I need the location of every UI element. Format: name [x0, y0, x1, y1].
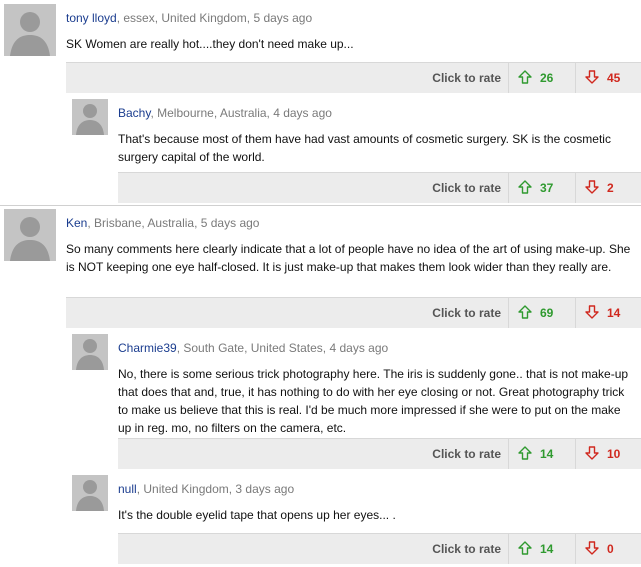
- comment: tony lloyd, essex, United Kingdom, 5 day…: [0, 0, 641, 95]
- comment-content: null, United Kingdom, 3 days ago It's th…: [118, 471, 641, 524]
- arrow-down-icon: [585, 446, 599, 460]
- vote-up-count: 14: [540, 447, 554, 461]
- rating-bar: Click to rate 14 0: [118, 533, 641, 564]
- avatar[interactable]: [72, 334, 108, 370]
- comment-author-link[interactable]: Charmie39: [118, 341, 177, 355]
- comment-content: Charmie39, South Gate, United States, 4 …: [118, 330, 641, 437]
- arrow-up-icon: [518, 180, 532, 194]
- default-avatar-icon: [72, 475, 108, 511]
- vote-down-button[interactable]: 2: [575, 173, 641, 203]
- arrow-down-icon: [585, 305, 599, 319]
- vote-down-count: 0: [607, 542, 614, 556]
- vote-up-count: 69: [540, 306, 554, 320]
- comment-location-date: , United Kingdom, 3 days ago: [136, 482, 295, 496]
- comment-body: It's the double eyelid tape that opens u…: [118, 508, 396, 522]
- vote-up-count: 14: [540, 542, 554, 556]
- comment-location-date: , essex, United Kingdom, 5 days ago: [116, 11, 313, 25]
- comment-body: SK Women are really hot....they don't ne…: [66, 37, 354, 51]
- comment-content: Ken, Brisbane, Australia, 5 days ago So …: [66, 205, 641, 276]
- vote-up-button[interactable]: 14: [508, 439, 574, 469]
- vote-down-button[interactable]: 45: [575, 63, 641, 93]
- arrow-up-icon: [518, 446, 532, 460]
- comment-body: That's because most of them have had vas…: [118, 132, 611, 164]
- arrow-up-icon: [518, 305, 532, 319]
- avatar[interactable]: [72, 475, 108, 511]
- comment-meta: Charmie39, South Gate, United States, 4 …: [118, 341, 641, 355]
- comment-content: tony lloyd, essex, United Kingdom, 5 day…: [66, 0, 641, 53]
- default-avatar-icon: [72, 334, 108, 370]
- click-to-rate-label: Click to rate: [432, 447, 501, 461]
- avatar[interactable]: [4, 4, 56, 56]
- comment-author-link[interactable]: tony lloyd: [66, 11, 117, 25]
- click-to-rate-label: Click to rate: [432, 71, 501, 85]
- comment-body: No, there is some serious trick photogra…: [118, 367, 629, 435]
- comment-meta: tony lloyd, essex, United Kingdom, 5 day…: [66, 11, 641, 25]
- rating-bar: Click to rate 26 45: [66, 62, 641, 93]
- arrow-up-icon: [518, 541, 532, 555]
- comment-location-date: , Melbourne, Australia, 4 days ago: [150, 106, 332, 120]
- reply-comment: Charmie39, South Gate, United States, 4 …: [64, 330, 641, 471]
- comment-body: So many comments here clearly indicate t…: [66, 242, 631, 274]
- arrow-down-icon: [585, 180, 599, 194]
- reply-comment: Bachy, Melbourne, Australia, 4 days ago …: [64, 95, 641, 205]
- comment-location-date: , South Gate, United States, 4 days ago: [176, 341, 389, 355]
- comment-author-link[interactable]: Bachy: [118, 106, 150, 120]
- comment-meta: null, United Kingdom, 3 days ago: [118, 482, 641, 496]
- click-to-rate-label: Click to rate: [432, 306, 501, 320]
- vote-up-count: 26: [540, 71, 554, 85]
- comment-content: Bachy, Melbourne, Australia, 4 days ago …: [118, 95, 641, 166]
- click-to-rate-label: Click to rate: [432, 542, 501, 556]
- vote-down-count: 2: [607, 181, 614, 195]
- vote-up-button[interactable]: 14: [508, 534, 574, 564]
- vote-up-count: 37: [540, 181, 554, 195]
- vote-up-button[interactable]: 26: [508, 63, 574, 93]
- vote-down-count: 14: [607, 306, 621, 320]
- comment-meta: Bachy, Melbourne, Australia, 4 days ago: [118, 106, 641, 120]
- arrow-down-icon: [585, 541, 599, 555]
- reply-comment: null, United Kingdom, 3 days ago It's th…: [64, 471, 641, 567]
- vote-down-button[interactable]: 0: [575, 534, 641, 564]
- arrow-down-icon: [585, 70, 599, 84]
- vote-up-button[interactable]: 69: [508, 298, 574, 328]
- rating-bar: Click to rate 37 2: [118, 172, 641, 203]
- vote-down-button[interactable]: 14: [575, 298, 641, 328]
- comment-thread: tony lloyd, essex, United Kingdom, 5 day…: [0, 0, 641, 567]
- comment-author-link[interactable]: null: [118, 482, 137, 496]
- comment-author-link[interactable]: Ken: [66, 216, 87, 230]
- avatar[interactable]: [72, 99, 108, 135]
- vote-down-count: 10: [607, 447, 621, 461]
- default-avatar-icon: [4, 4, 56, 56]
- vote-down-button[interactable]: 10: [575, 439, 641, 469]
- comment: Ken, Brisbane, Australia, 5 days ago So …: [0, 205, 641, 330]
- default-avatar-icon: [4, 209, 56, 261]
- click-to-rate-label: Click to rate: [432, 181, 501, 195]
- comment-location-date: , Brisbane, Australia, 5 days ago: [87, 216, 260, 230]
- default-avatar-icon: [72, 99, 108, 135]
- avatar[interactable]: [4, 209, 56, 261]
- vote-down-count: 45: [607, 71, 621, 85]
- vote-up-button[interactable]: 37: [508, 173, 574, 203]
- arrow-up-icon: [518, 70, 532, 84]
- rating-bar: Click to rate 69 14: [66, 297, 641, 328]
- rating-bar: Click to rate 14 10: [118, 438, 641, 469]
- comment-meta: Ken, Brisbane, Australia, 5 days ago: [66, 216, 641, 230]
